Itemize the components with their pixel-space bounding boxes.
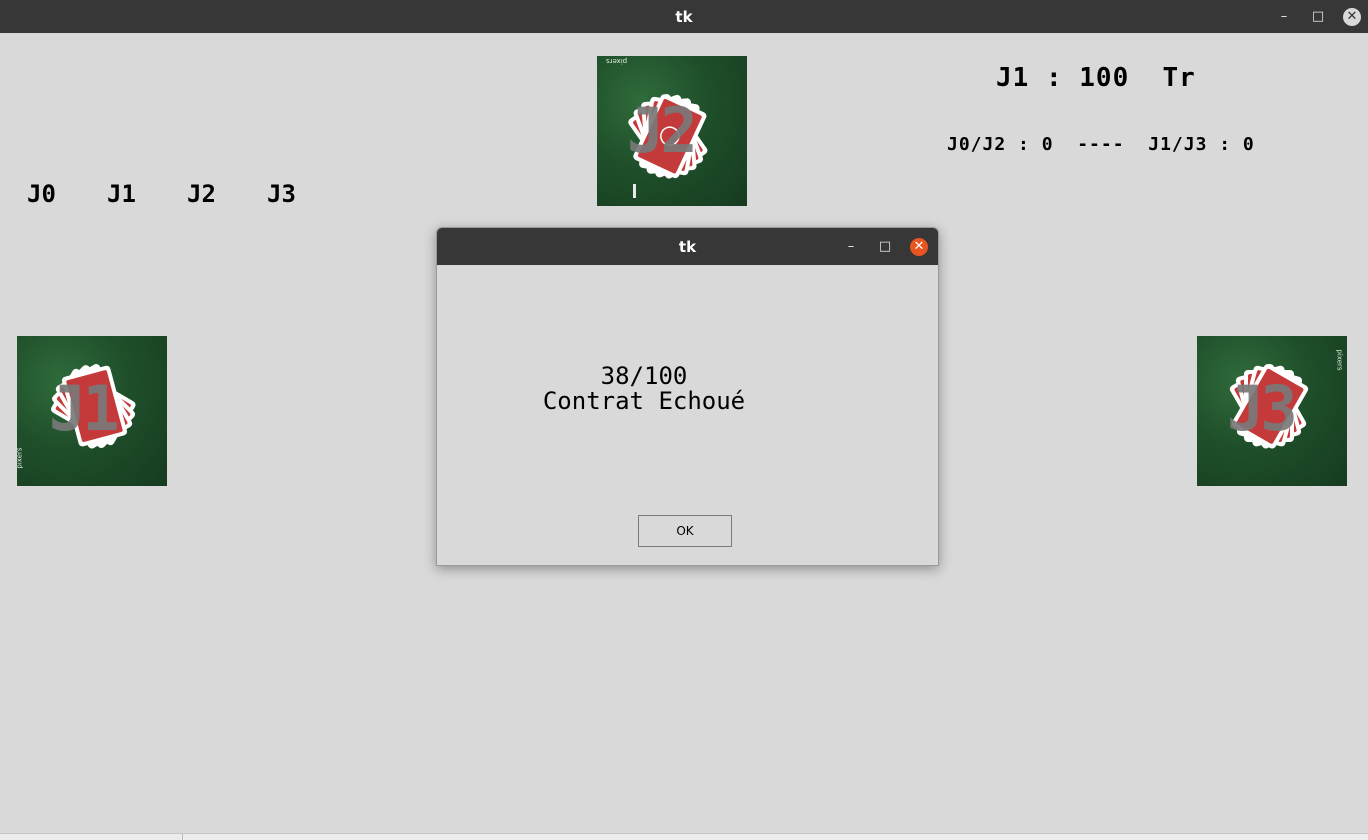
hand-j1[interactable]: pixers J1 xyxy=(17,336,167,486)
window-title: tk xyxy=(675,7,693,26)
close-icon: ✕ xyxy=(1343,7,1361,26)
minimize-button[interactable]: – xyxy=(1269,0,1299,33)
dialog-maximize-button[interactable]: □ xyxy=(870,228,900,265)
dialog-close-button[interactable]: ✕ xyxy=(904,228,934,265)
maximize-icon: □ xyxy=(878,239,892,254)
window-titlebar: tk xyxy=(0,0,1368,33)
result-status: Contrat Echoué xyxy=(542,387,746,415)
minimize-icon: – xyxy=(847,239,855,254)
dialog-minimize-button[interactable]: – xyxy=(836,228,866,265)
close-icon: ✕ xyxy=(910,237,928,256)
ok-button[interactable]: OK xyxy=(638,515,732,547)
divider xyxy=(182,834,183,840)
watermark-text: pixers xyxy=(1335,349,1344,371)
minimize-icon: – xyxy=(1280,9,1288,24)
watermark-text: pixers xyxy=(606,57,628,65)
player-label-j0: J0 xyxy=(27,180,56,208)
hand-label-j2: J2 xyxy=(627,94,698,167)
maximize-icon: □ xyxy=(1311,9,1325,24)
close-button[interactable]: ✕ xyxy=(1337,0,1367,33)
dialog-message: 38/100 Contrat Echoué xyxy=(437,364,851,414)
hand-label-j1: J1 xyxy=(49,372,120,445)
hand-j2[interactable]: pixers J2 xyxy=(597,56,747,206)
maximize-button[interactable]: □ xyxy=(1303,0,1333,33)
hand-label-j3: J3 xyxy=(1227,372,1298,445)
player-label-j2: J2 xyxy=(187,180,216,208)
team-scores: J0/J2 : 0 ---- J1/J3 : 0 xyxy=(947,134,1255,155)
player-label-j3: J3 xyxy=(267,180,296,208)
cursor-marker xyxy=(633,184,636,198)
player-label-j1: J1 xyxy=(107,180,136,208)
dialog-title: tk xyxy=(678,237,697,256)
result-score: 38/100 xyxy=(600,362,688,390)
result-dialog: tk – □ ✕ 38/100 Contrat Echoué OK xyxy=(436,227,939,566)
watermark-text: pixers xyxy=(17,447,24,469)
contract-score: J1 : 100 Tr xyxy=(996,63,1196,93)
hand-j3[interactable]: pixers J3 xyxy=(1197,336,1347,486)
